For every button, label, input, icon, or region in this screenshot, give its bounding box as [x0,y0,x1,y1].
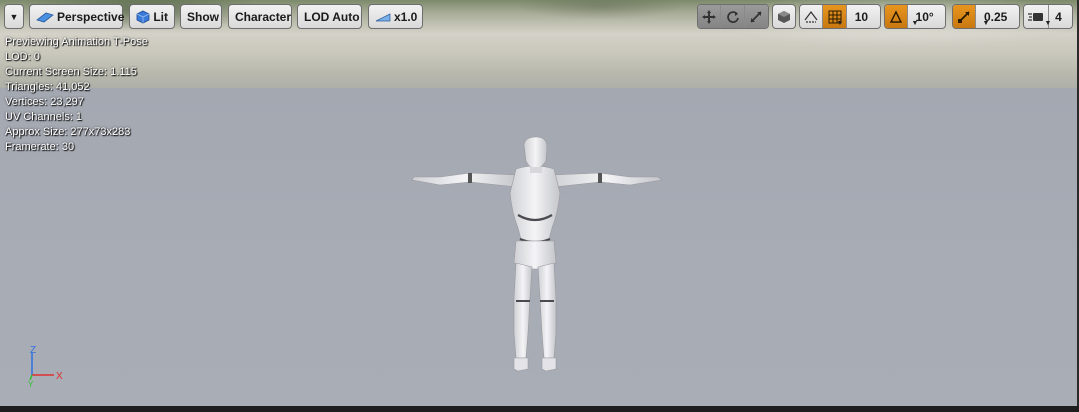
scale-snap-toggle[interactable] [953,5,977,28]
world-local-button[interactable] [772,4,796,29]
viewport-options-button[interactable]: ▼ [4,4,24,29]
playback-speed-button[interactable]: x1.0 [368,4,423,29]
scale-snap-value-dropdown[interactable]: 0.25 ▼ [976,5,1019,28]
axis-gizmo: Z X Y [28,345,63,388]
translate-icon [702,9,717,24]
lit-button[interactable]: Lit [129,4,175,29]
stats-uv-channels: UV Channels: 1 [5,111,83,123]
camera-speed-value: 4 [1055,9,1062,24]
scale-button[interactable] [744,5,768,28]
rotation-snap-group: 10° ▼ [884,4,946,29]
scale-icon [750,10,762,23]
dropdown-icon: ▼ [9,11,19,22]
grid-snap-value-dropdown[interactable]: 10 ▼ [837,5,880,28]
axis-x-label: X [56,371,63,382]
stats-lod: LOD: 0 [5,51,40,63]
chevron-down-icon: ▼ [982,20,990,27]
show-label: Show [187,9,219,24]
viewport[interactable]: Previewing Animation T-Pose LOD: 0 Curre… [0,0,1079,406]
camera-speed-value-wrap: 4 ▼ [1045,5,1072,28]
perspective-button[interactable]: Perspective [29,4,125,29]
grid-snap-value: 10 [854,9,869,24]
rotate-icon [726,10,739,23]
chevron-down-icon: ▼ [911,20,919,27]
perspective-label: Perspective [57,9,125,24]
lit-label: Lit [153,9,168,24]
camera-speed-button[interactable]: 4 ▼ [1023,4,1073,29]
stats-screen-size: Current Screen Size: 1.115 [5,66,137,78]
stats-overlay: Previewing Animation T-Pose LOD: 0 Curre… [5,35,148,155]
stats-framerate: Framerate: 30 [5,141,75,153]
surface-snap-button[interactable] [800,5,824,28]
axis-y-label: Y [28,380,34,388]
character-label: Character [235,9,292,24]
lit-cube-icon [136,10,150,24]
camera-speed-icon [1027,12,1043,21]
lod-button[interactable]: LOD Auto [297,4,362,29]
stats-previewing: Previewing Animation T-Pose [5,36,148,48]
viewport-bottom-border [0,406,1079,412]
playback-speed-label: x1.0 [394,9,418,24]
stats-vertices: Vertices: 23,297 [5,96,84,108]
rotate-button[interactable] [721,5,745,28]
rotation-snap-value: 10° [915,9,934,24]
world-local-icon [778,10,790,23]
stats-approx-size: Approx Size: 277x73x283 [5,126,131,138]
rotation-snap-value-dropdown[interactable]: 10° ▼ [908,5,945,28]
lod-label: LOD Auto [304,9,360,24]
perspective-icon [36,10,54,24]
translate-button[interactable] [698,5,722,28]
rotation-snap-icon [889,9,903,23]
transform-mode-group [697,4,769,29]
chevron-down-icon: ▼ [1044,20,1052,27]
world-local-seg [773,5,795,28]
surface-snap-icon [804,10,818,23]
chevron-down-icon: ▼ [836,20,844,27]
mannequin-mesh [411,136,663,372]
scale-snap-group: 0.25 ▼ [952,4,1020,29]
stats-triangles: Triangles: 41,052 [5,81,90,93]
show-button[interactable]: Show [180,4,222,29]
character-button[interactable]: Character [228,4,292,29]
speed-icon [375,10,391,24]
grid-snap-group: 10 ▼ [799,4,881,29]
scale-snap-icon [958,10,970,23]
axis-z-label: Z [30,345,36,356]
rotation-snap-toggle[interactable] [885,5,909,28]
